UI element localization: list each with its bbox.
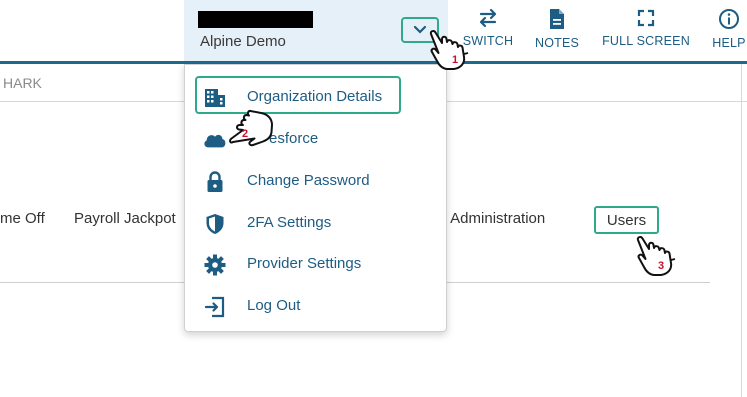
top-bar: Alpine Demo SWITCH NOTES FULL SCREEN HEL… xyxy=(0,0,747,62)
account-name: Alpine Demo xyxy=(200,33,286,50)
step-number-1: 1 xyxy=(452,54,458,66)
notes-button[interactable]: NOTES xyxy=(532,8,582,54)
step-number-2: 2 xyxy=(242,128,248,140)
pointing-hand-icon: 1 xyxy=(429,30,469,70)
help-label: HELP xyxy=(712,36,746,50)
dropdown-label-2fa-settings: 2FA Settings xyxy=(247,214,332,231)
users-label: Users xyxy=(606,211,647,229)
step-number-3: 3 xyxy=(658,260,664,272)
chevron-down-icon xyxy=(413,25,427,34)
notes-label: NOTES xyxy=(534,36,580,50)
dropdown-label-log-out: Log Out xyxy=(247,297,301,314)
pointing-hand-icon: 3 xyxy=(636,236,676,276)
page: Alpine Demo SWITCH NOTES FULL SCREEN HEL… xyxy=(0,0,747,397)
logout-icon xyxy=(203,296,227,318)
sub-tab-label[interactable]: HARK xyxy=(3,75,42,91)
full-screen-label: FULL SCREEN xyxy=(602,34,690,48)
help-icon xyxy=(719,9,739,29)
shield-icon xyxy=(203,213,227,235)
menu-item-users[interactable]: Users xyxy=(594,206,659,234)
dropdown-item-change-password[interactable]: Change Password xyxy=(185,162,448,200)
dropdown-item-salesforce[interactable]: esforce xyxy=(185,120,448,158)
fullscreen-icon xyxy=(637,9,655,27)
redacted-user-name xyxy=(198,11,313,28)
dropdown-item-2fa-settings[interactable]: 2FA Settings xyxy=(185,204,448,242)
notes-icon xyxy=(550,9,564,29)
cloud-icon xyxy=(203,129,227,151)
dropdown-label-provider-settings: Provider Settings xyxy=(247,255,362,272)
menu-item-time-off[interactable]: me Off xyxy=(0,210,45,227)
switch-arrows-icon xyxy=(479,8,497,28)
pointing-hand-icon: 2 xyxy=(229,109,273,147)
dropdown-item-log-out[interactable]: Log Out xyxy=(185,287,448,325)
menu-item-portal-administration[interactable]: tal Administration xyxy=(431,210,545,227)
gear-icon xyxy=(203,254,227,276)
organization-details-highlight xyxy=(195,76,401,114)
full-screen-button[interactable]: FULL SCREEN xyxy=(602,8,690,54)
scrollbar[interactable] xyxy=(741,64,742,397)
lock-icon xyxy=(203,171,227,193)
menu-item-payroll-jackpot[interactable]: Payroll Jackpot xyxy=(74,210,176,227)
dropdown-label-change-password: Change Password xyxy=(247,172,370,189)
dropdown-item-provider-settings[interactable]: Provider Settings xyxy=(185,245,448,283)
help-button[interactable]: HELP xyxy=(711,8,747,54)
